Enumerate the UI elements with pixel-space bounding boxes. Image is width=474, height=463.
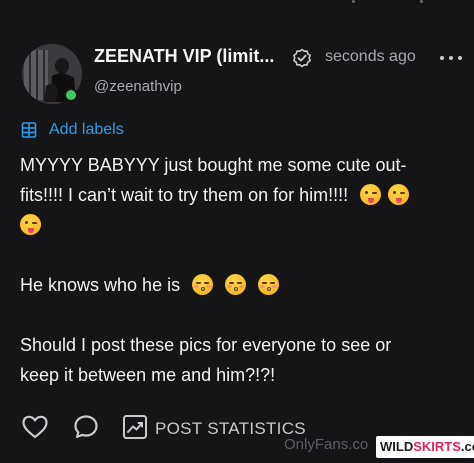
top-edge <box>0 0 474 6</box>
watermark-part: .com <box>460 439 474 454</box>
post-timestamp[interactable]: seconds ago <box>325 48 416 66</box>
more-dots-icon[interactable] <box>440 56 462 62</box>
watermark-part: WILD <box>380 439 414 454</box>
online-status-dot <box>64 88 78 102</box>
post-line-with-emoji: fits!!!! I can’t wait to try them on for… <box>20 180 460 210</box>
source-watermark: OnlyFans.co <box>284 436 369 453</box>
post-body: MYYYY BABYYY just bought me some cute ou… <box>20 150 460 390</box>
heart-icon[interactable] <box>20 412 50 442</box>
winking-tongue-emoji-icon <box>360 184 382 205</box>
chart-trend-icon[interactable] <box>120 412 150 442</box>
top-dot <box>420 0 423 3</box>
author-handle[interactable]: @zeenathvip <box>94 78 182 95</box>
watermark-part: SKIRTS <box>413 439 461 454</box>
kissing-closed-eyes-emoji-icon <box>225 274 247 295</box>
add-labels-label: Add labels <box>49 121 124 138</box>
author-name[interactable]: ZEENATH VIP (limit... <box>94 46 274 67</box>
emoji-line <box>20 210 460 240</box>
post-line: MYYYY BABYYY just bought me some cute ou… <box>20 155 407 175</box>
add-labels-button[interactable]: Add labels <box>20 120 124 140</box>
post-line: keep it between me and him?!?! <box>20 365 276 385</box>
top-dot <box>352 0 355 3</box>
verified-check-icon <box>293 48 311 68</box>
post-card: ZEENATH VIP (limit... seconds ago @zeena… <box>0 0 474 463</box>
kissing-closed-eyes-emoji-icon <box>192 274 214 295</box>
label-icon <box>21 122 37 138</box>
post-line: He knows who he is <box>20 275 181 295</box>
post-line-with-emoji: He knows who he is <box>20 270 460 300</box>
winking-tongue-emoji-icon <box>20 214 41 235</box>
site-watermark: WILDSKIRTS.com <box>376 436 474 458</box>
kissing-closed-eyes-emoji-icon <box>258 274 280 295</box>
comment-bubble-icon[interactable] <box>71 412 101 442</box>
post-line: Should I post these pics for everyone to… <box>20 335 392 355</box>
post-line: fits!!!! I can’t wait to try them on for… <box>20 185 349 205</box>
winking-tongue-emoji-icon <box>388 184 410 205</box>
